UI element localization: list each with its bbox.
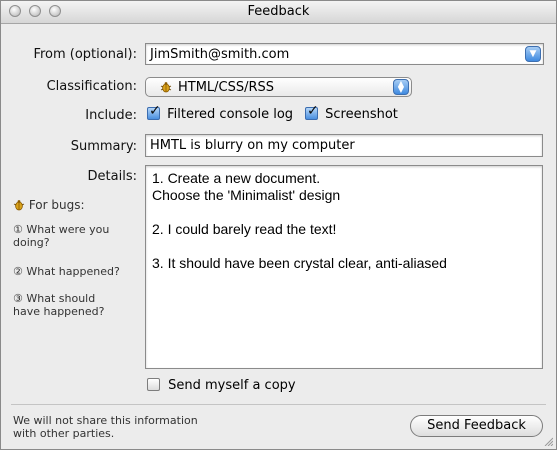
chevron-down-icon: ▼ [529, 49, 537, 59]
window-title: Feedback [247, 4, 310, 19]
bug-icon [13, 200, 25, 211]
help-item-number: ③ [13, 292, 23, 305]
help-item-number: ① [13, 223, 23, 236]
title-bar[interactable]: Feedback [1, 1, 556, 24]
console-log-label: Filtered console log [167, 107, 294, 122]
for-bugs-heading: For bugs: [13, 198, 85, 212]
classification-label: Classification: [46, 79, 137, 94]
updown-arrows-icon: ▲ ▼ [393, 79, 409, 95]
send-feedback-button[interactable]: Send Feedback [410, 415, 543, 437]
include-label: Include: [85, 108, 137, 123]
include-screenshot[interactable]: Screenshot [305, 103, 398, 122]
screenshot-checkbox[interactable] [305, 103, 319, 120]
help-item: ② What happened? [13, 265, 143, 278]
send-copy-checkbox[interactable] [147, 378, 160, 391]
bug-icon [160, 82, 172, 93]
send-copy-option[interactable]: Send myself a copy [147, 378, 296, 393]
console-log-checkbox[interactable] [147, 103, 161, 120]
help-item: ③ What should have happened? [13, 292, 123, 318]
details-label: Details: [87, 169, 137, 184]
from-combo-button[interactable]: ▼ [525, 46, 541, 62]
help-item-number: ② [13, 265, 23, 278]
resize-grip-icon[interactable] [543, 436, 553, 446]
summary-field-value: HMTL is blurry on my computer [150, 138, 355, 153]
details-textarea[interactable]: 1. Create a new document. Choose the 'Mi… [145, 165, 543, 369]
help-item: ① What were you doing? [13, 223, 131, 249]
summary-field[interactable]: HMTL is blurry on my computer [145, 134, 543, 157]
classification-value: HTML/CSS/RSS [178, 80, 275, 95]
for-bugs-label: For bugs: [28, 198, 85, 212]
from-label: From (optional): [33, 47, 137, 62]
summary-label: Summary: [70, 139, 137, 154]
feedback-window: Feedback From (optional): JimSmith@smith… [0, 0, 557, 450]
privacy-note: We will not share this information with … [13, 414, 198, 440]
from-field-value: JimSmith@smith.com [150, 47, 290, 62]
footer-divider [11, 404, 546, 405]
privacy-line-2: with other parties. [13, 427, 115, 440]
help-item-text: What happened? [26, 265, 120, 278]
screenshot-label: Screenshot [325, 107, 398, 122]
from-field[interactable]: JimSmith@smith.com [145, 43, 544, 65]
privacy-line-1: We will not share this information [13, 414, 198, 427]
include-console-log[interactable]: Filtered console log [147, 103, 294, 122]
help-item-text: What were you doing? [13, 223, 110, 249]
help-item-text: What should have happened? [13, 292, 105, 318]
classification-popup[interactable]: HTML/CSS/RSS ▲ ▼ [145, 77, 412, 97]
send-copy-label: Send myself a copy [168, 378, 296, 393]
